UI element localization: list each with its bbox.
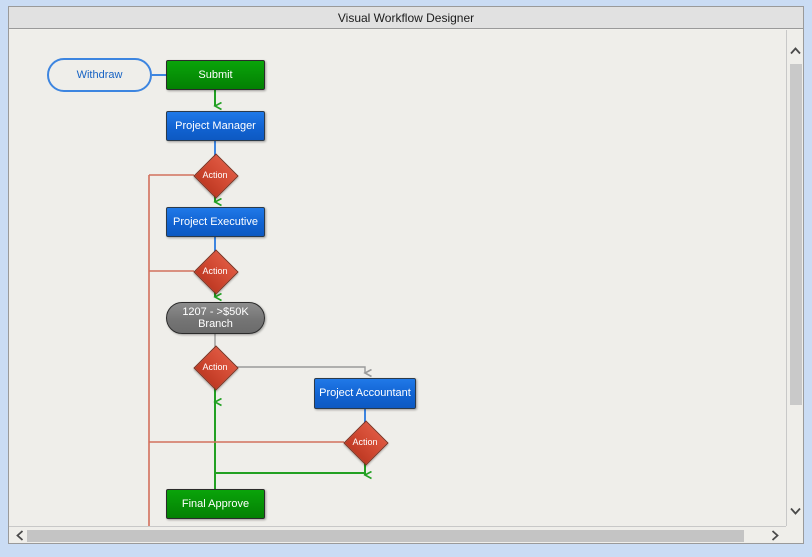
chevron-right-icon <box>771 529 779 541</box>
scroll-left-button[interactable] <box>13 527 27 543</box>
chevron-down-icon <box>790 507 801 515</box>
node-label: Project Executive <box>173 215 258 228</box>
node-label: Project Manager <box>175 119 256 132</box>
node-action-1[interactable]: Action <box>193 153 239 199</box>
workflow-designer-window: Visual Workflow Designer Withdraw Submit… <box>8 6 804 544</box>
scroll-up-button[interactable] <box>787 44 804 58</box>
vertical-scrollbar[interactable] <box>786 30 803 526</box>
scroll-down-button[interactable] <box>787 504 804 518</box>
chevron-left-icon <box>16 529 24 541</box>
node-branch-50k[interactable]: 1207 - >$50K Branch <box>166 302 265 334</box>
node-action-2[interactable]: Action <box>193 249 239 295</box>
node-action-4[interactable]: Action <box>343 420 389 466</box>
node-action-3[interactable]: Action <box>193 345 239 391</box>
chevron-up-icon <box>790 47 801 55</box>
node-withdraw[interactable]: Withdraw <box>47 58 152 92</box>
workflow-connectors <box>148 74 786 526</box>
node-project-manager[interactable]: Project Manager <box>166 111 265 141</box>
workflow-canvas-viewport[interactable]: Withdraw Submit Project Manager Action P… <box>9 30 786 526</box>
node-label: Action <box>352 437 378 447</box>
workflow-canvas[interactable]: Withdraw Submit Project Manager Action P… <box>9 30 786 526</box>
node-label: Project Accountant <box>319 387 411 400</box>
node-project-accountant[interactable]: Project Accountant <box>314 378 416 409</box>
node-final-approve[interactable]: Final Approve <box>166 489 265 519</box>
horizontal-scrollbar-thumb[interactable] <box>27 530 744 542</box>
node-label: Final Approve <box>181 497 250 510</box>
node-submit[interactable]: Submit <box>166 60 265 90</box>
scroll-right-button[interactable] <box>768 527 782 543</box>
node-label: Withdraw <box>76 68 123 81</box>
node-label: 1207 - >$50K Branch <box>182 305 249 330</box>
window-title: Visual Workflow Designer <box>337 10 475 25</box>
node-project-executive[interactable]: Project Executive <box>166 207 265 237</box>
node-label: Submit <box>198 68 233 81</box>
window-titlebar: Visual Workflow Designer <box>9 7 803 29</box>
node-label: Action <box>202 362 228 372</box>
node-label: Action <box>202 266 228 276</box>
horizontal-scrollbar[interactable] <box>9 526 786 543</box>
node-label: Action <box>202 170 228 180</box>
scrollbar-corner <box>786 526 803 543</box>
vertical-scrollbar-thumb[interactable] <box>790 64 802 405</box>
